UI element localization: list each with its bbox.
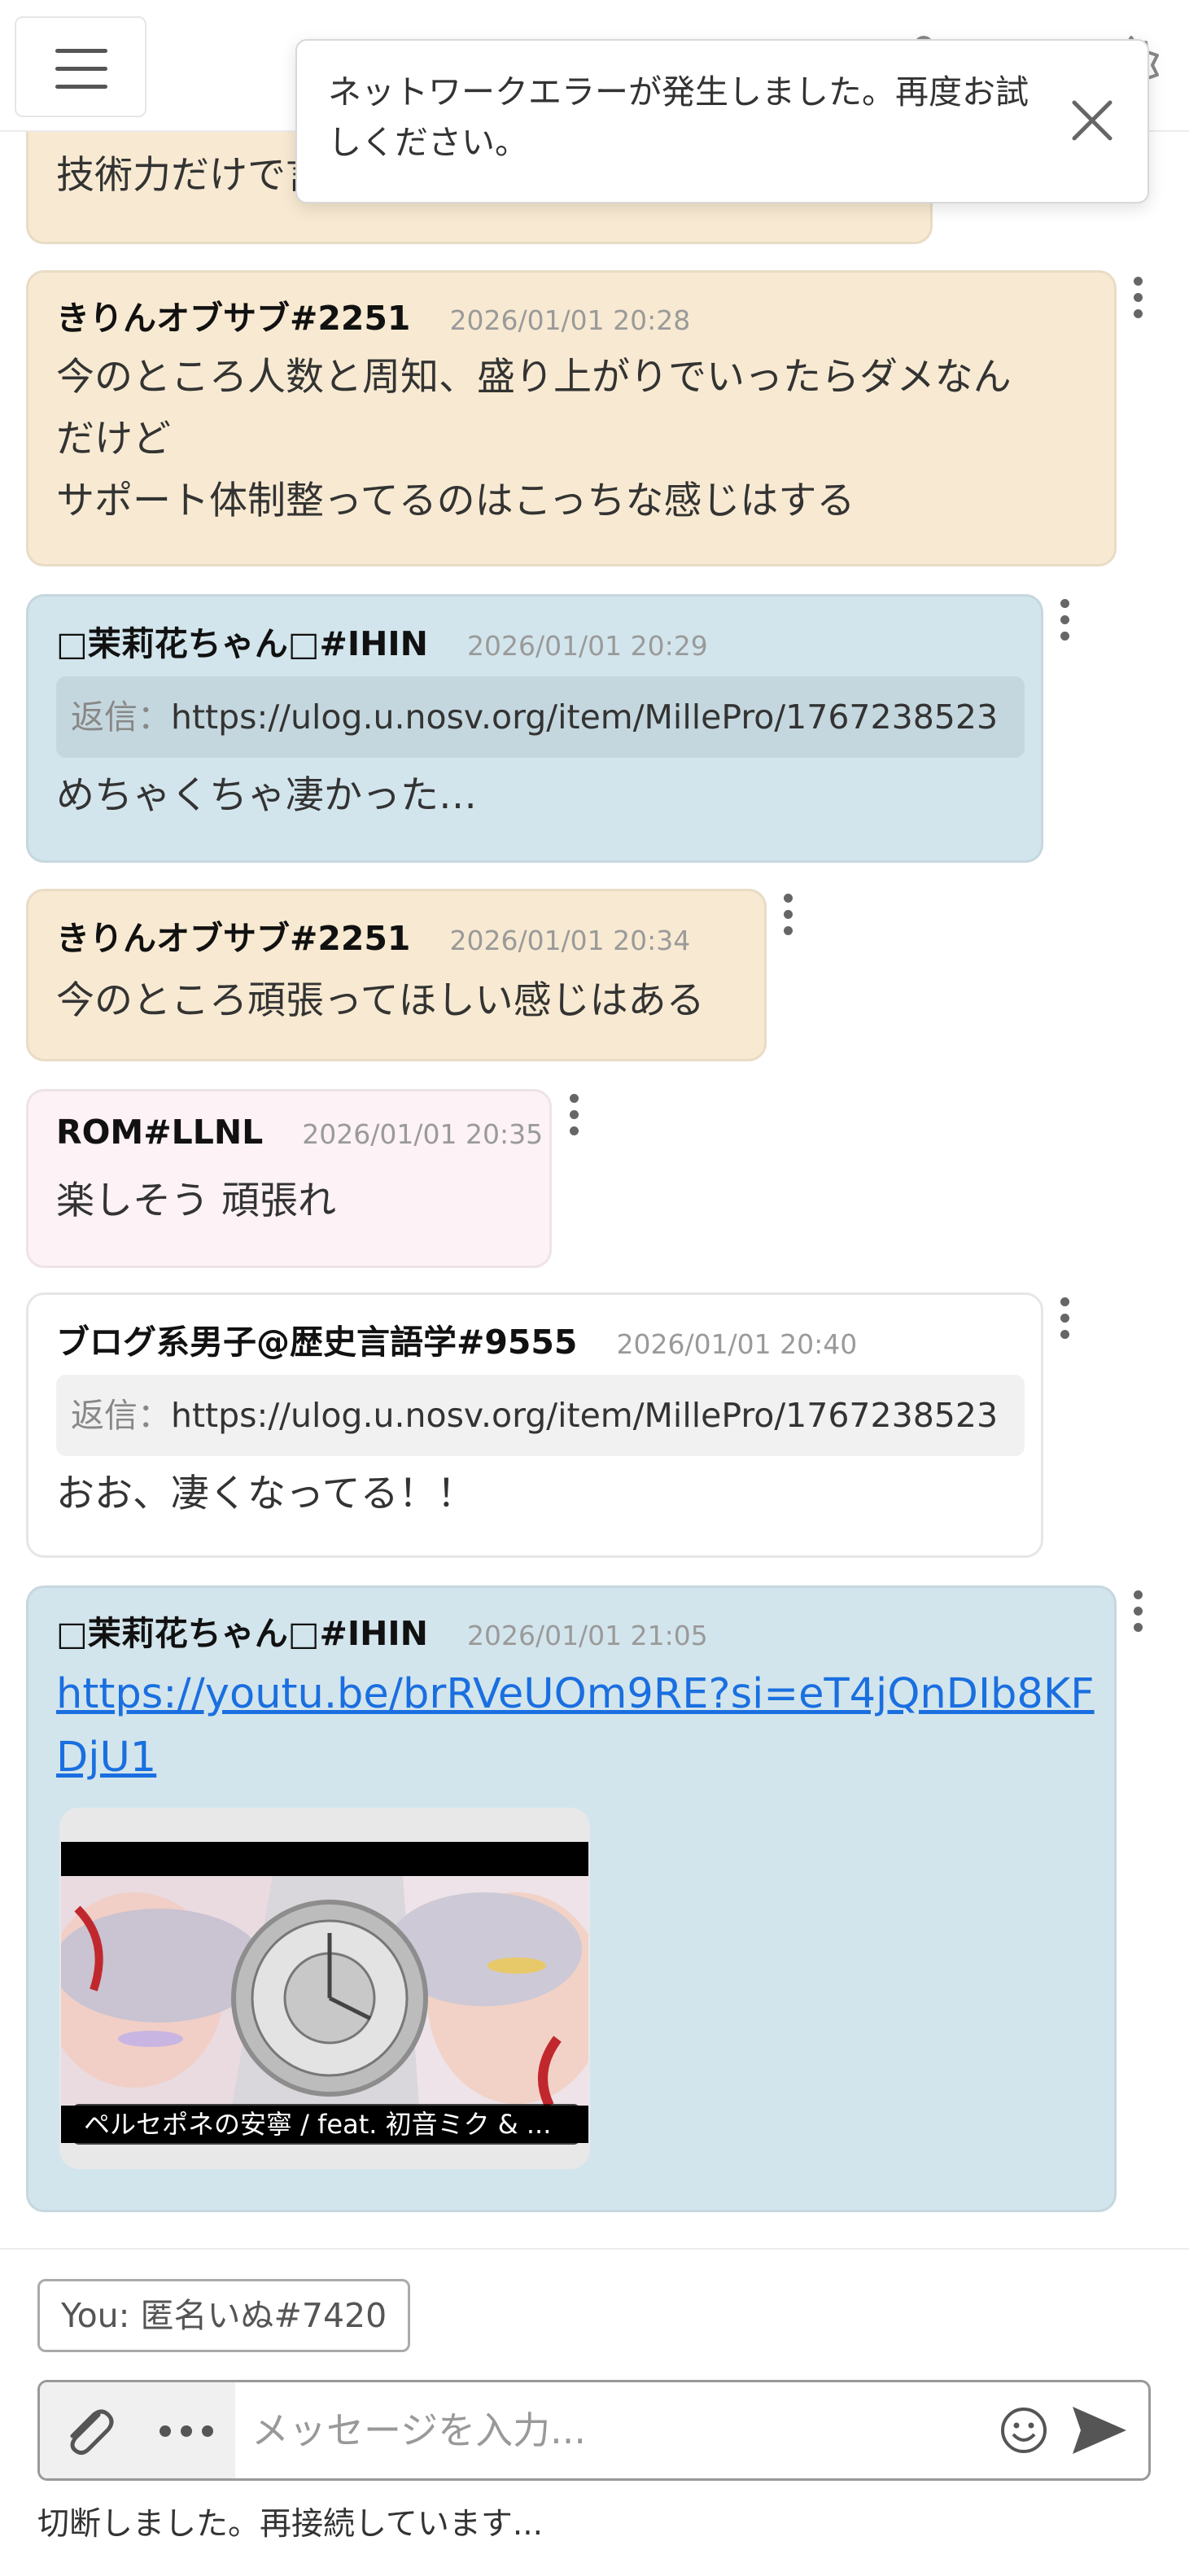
- composer-tools: [40, 2382, 235, 2478]
- menu-bar: [55, 49, 107, 53]
- menu-bar: [55, 85, 107, 89]
- emoji-icon[interactable]: [999, 2405, 1049, 2456]
- message-author[interactable]: □茉莉花ちゃん□#IHIN: [56, 616, 428, 665]
- message-text: 楽しそう 頑張れ: [56, 1179, 336, 1223]
- message-timestamp: 2026/01/01 20:35: [302, 1118, 544, 1150]
- message-author[interactable]: ブログ系男子@歴史言語学#9555: [56, 1314, 577, 1363]
- message-header: きりんオブサブ#2251 2026/01/01 20:28: [56, 291, 690, 339]
- toast-message: ネットワークエラーが発生しました。再度お試 しください。: [328, 67, 1060, 168]
- message-author[interactable]: □茉莉花ちゃん□#IHIN: [56, 1606, 428, 1655]
- menu-bar: [55, 67, 107, 71]
- video-title: ペルセポネの安寧 / feat. 初音ミク & ...: [72, 2104, 580, 2145]
- reply-prefix: 返信：: [71, 698, 171, 737]
- message-menu-button[interactable]: [1121, 1587, 1154, 1636]
- message-timestamp: 2026/01/01 20:28: [449, 304, 691, 336]
- youtube-link[interactable]: https://youtu.be/brRVeUOm9RE?si=eT4jQnDI…: [56, 1663, 1095, 1726]
- toast-message-line: ネットワークエラーが発生しました。再度お試: [328, 72, 1029, 112]
- reply-reference[interactable]: 返信：https://ulog.u.nosv.org/item/MillePro…: [56, 1375, 1025, 1456]
- chat-message: きりんオブサブ#2251 2026/01/01 20:28 今のところ人数と周知…: [26, 270, 1117, 566]
- message-menu-button[interactable]: [557, 1091, 590, 1139]
- video-preview-card[interactable]: ペルセポネの安寧 / feat. 初音ミク & ...: [59, 1808, 590, 2169]
- message-timestamp: 2026/01/01 20:34: [449, 925, 691, 956]
- send-icon[interactable]: [1069, 2403, 1130, 2457]
- message-timestamp: 2026/01/01 20:40: [616, 1328, 858, 1360]
- message-header: ブログ系男子@歴史言語学#9555 2026/01/01 20:40: [56, 1314, 857, 1363]
- message-link[interactable]: https://youtu.be/brRVeUOm9RE?si=eT4jQnDI…: [56, 1663, 1095, 1790]
- message-text: 今のところ頑張ってほしい感じはある: [56, 978, 705, 1023]
- reply-reference[interactable]: 返信：https://ulog.u.nosv.org/item/MillePro…: [56, 676, 1025, 758]
- message-input[interactable]: [251, 2394, 984, 2467]
- reply-url[interactable]: https://ulog.u.nosv.org/item/MillePro/17…: [171, 698, 998, 737]
- error-toast: ネットワークエラーが発生しました。再度お試 しください。: [295, 39, 1149, 203]
- chat-message: □茉莉花ちゃん□#IHIN 2026/01/01 20:29 返信：https:…: [26, 594, 1043, 863]
- toast-message-line: しください。: [328, 123, 528, 162]
- hamburger-menu-button[interactable]: [15, 16, 146, 117]
- message-header: ROM#LLNL 2026/01/01 20:35: [56, 1113, 543, 1152]
- message-text: だけど: [56, 417, 171, 461]
- chat-message: きりんオブサブ#2251 2026/01/01 20:34 今のところ頑張ってほ…: [26, 889, 767, 1061]
- identity-button[interactable]: You: 匿名いぬ#7420: [37, 2279, 411, 2352]
- close-icon[interactable]: [1053, 81, 1131, 160]
- message-author[interactable]: ROM#LLNL: [56, 1113, 263, 1152]
- message-timestamp: 2026/01/01 21:05: [466, 1620, 708, 1651]
- message-timestamp: 2026/01/01 20:29: [466, 630, 708, 662]
- chat-message: □茉莉花ちゃん□#IHIN 2026/01/01 21:05 https://y…: [26, 1585, 1117, 2212]
- message-composer: [37, 2380, 1151, 2481]
- connection-status: 切断しました。再接続しています...: [37, 2506, 544, 2543]
- youtube-link[interactable]: DjU1: [56, 1726, 1095, 1790]
- paperclip-icon[interactable]: [58, 2400, 120, 2462]
- reply-url[interactable]: https://ulog.u.nosv.org/item/MillePro/17…: [171, 1396, 998, 1435]
- message-text: おお、凄くなってる！！: [56, 1472, 475, 1516]
- chat-message: ROM#LLNL 2026/01/01 20:35 楽しそう 頑張れ: [26, 1089, 552, 1268]
- message-text: 今のところ人数と周知、盛り上がりでいったらダメなん: [56, 355, 1012, 400]
- message-menu-button[interactable]: [1048, 1294, 1081, 1343]
- video-thumbnail: [61, 1876, 588, 2106]
- message-header: きりんオブサブ#2251 2026/01/01 20:34: [56, 911, 690, 960]
- reply-prefix: 返信：: [71, 1396, 171, 1435]
- composer-area: You: 匿名いぬ#7420 切断しました。再接続しています...: [0, 2248, 1189, 2576]
- more-horizontal-icon[interactable]: [154, 2415, 219, 2447]
- message-menu-button[interactable]: [772, 890, 804, 939]
- chat-message: ブログ系男子@歴史言語学#9555 2026/01/01 20:40 返信：ht…: [26, 1292, 1043, 1558]
- message-author[interactable]: きりんオブサブ#2251: [56, 911, 410, 960]
- message-menu-button[interactable]: [1048, 596, 1081, 645]
- message-menu-button[interactable]: [1121, 273, 1154, 322]
- message-author[interactable]: きりんオブサブ#2251: [56, 291, 410, 339]
- message-header: □茉莉花ちゃん□#IHIN 2026/01/01 20:29: [56, 616, 708, 665]
- message-text: めちゃくちゃ凄かった…: [56, 773, 477, 818]
- message-text: サポート体制整ってるのはこっちな感じはする: [56, 479, 855, 523]
- message-header: □茉莉花ちゃん□#IHIN 2026/01/01 21:05: [56, 1606, 708, 1655]
